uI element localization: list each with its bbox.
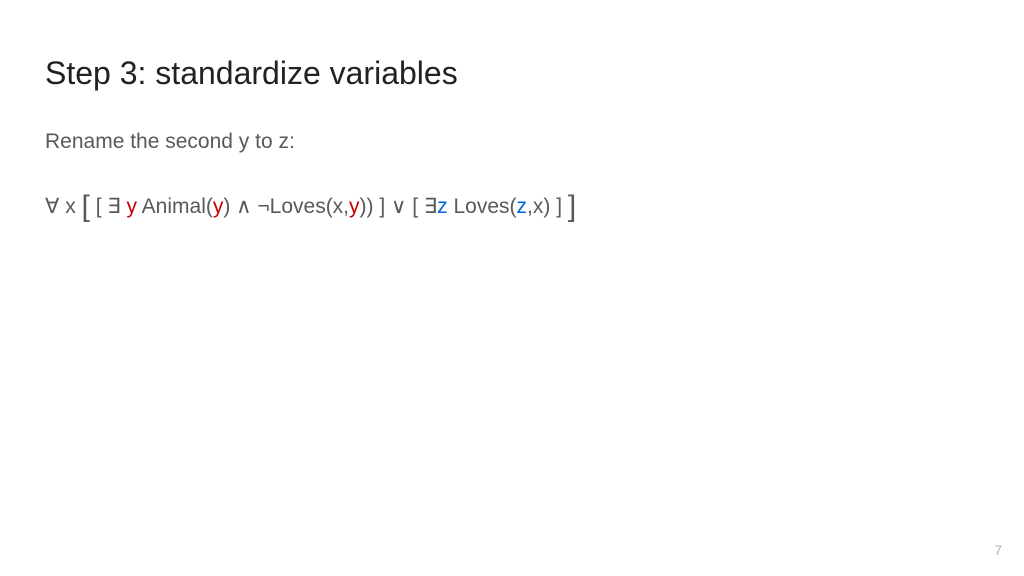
variable-y: y [213,195,224,218]
variable-y: y [349,195,360,218]
formula-part: ∀ x [45,195,82,218]
page-number: 7 [994,542,1002,558]
formula-part: )) ] ∨ [ ∃ [360,195,438,218]
variable-y: y [127,195,138,218]
formula-line: ∀ x [ [ ∃ y Animal(y) ∧ ¬Loves(x,y)) ] ∨… [45,186,979,228]
big-bracket-close: ] [568,190,576,223]
slide-title: Step 3: standardize variables [45,55,979,92]
big-bracket-open: [ [82,190,90,223]
formula-part: [ ∃ [90,195,127,218]
variable-z: z [517,195,528,218]
instruction-text: Rename the second y to z: [45,130,979,154]
formula-part: Loves( [448,195,517,218]
formula-part: ,x) ] [527,195,568,218]
variable-z: z [437,195,448,218]
formula-part: ) ∧ ¬Loves(x, [223,195,349,218]
formula-part: Animal( [137,195,213,218]
